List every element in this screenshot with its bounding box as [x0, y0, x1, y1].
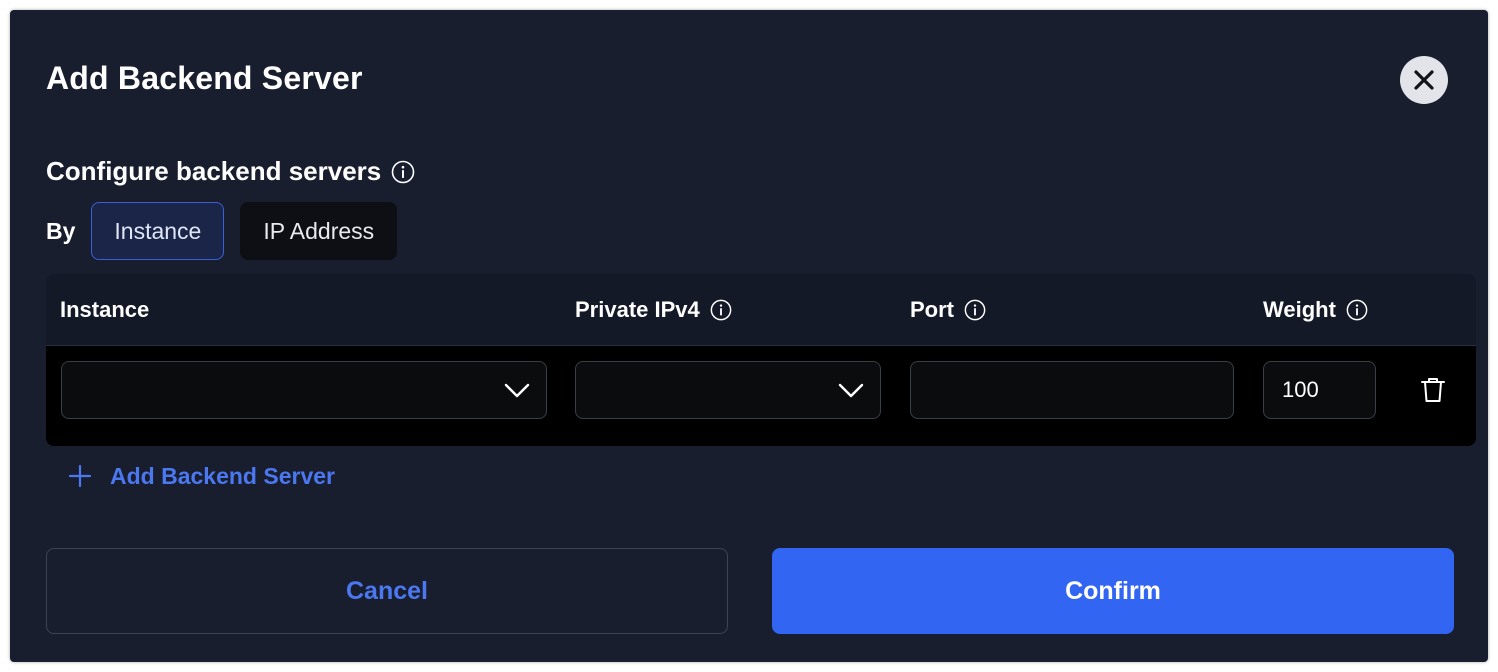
table-row: 100: [46, 346, 1476, 446]
by-label: By: [46, 217, 76, 244]
info-icon[interactable]: [391, 160, 415, 184]
mode-option-ip-address[interactable]: IP Address: [240, 202, 398, 260]
confirm-button-label: Confirm: [1065, 576, 1161, 605]
info-icon[interactable]: [1346, 299, 1368, 321]
dialog-title: Add Backend Server: [46, 60, 363, 96]
trash-icon: [1421, 378, 1445, 402]
mode-option-instance[interactable]: Instance: [91, 202, 225, 260]
column-header-label: Instance: [60, 297, 150, 322]
chevron-down-icon: [504, 383, 530, 398]
weight-input[interactable]: 100: [1263, 361, 1376, 419]
column-header-weight: Weight: [1263, 274, 1368, 346]
column-header-instance: Instance: [60, 274, 149, 346]
close-button[interactable]: [1400, 56, 1448, 104]
instance-select[interactable]: [61, 361, 547, 419]
port-input[interactable]: [910, 361, 1234, 419]
column-header-label: Private IPv4: [575, 297, 700, 322]
private-ipv4-select[interactable]: [575, 361, 881, 419]
add-backend-server-link[interactable]: Add Backend Server: [68, 460, 335, 492]
chevron-down-icon: [838, 383, 864, 398]
confirm-button[interactable]: Confirm: [772, 548, 1454, 634]
info-icon[interactable]: [964, 299, 986, 321]
cancel-button-label: Cancel: [346, 576, 428, 605]
mode-option-label: IP Address: [263, 217, 375, 244]
section-title-text: Configure backend servers: [46, 156, 382, 186]
cancel-button[interactable]: Cancel: [46, 548, 728, 634]
column-header-private-ipv4: Private IPv4: [575, 274, 732, 346]
delete-row-button[interactable]: [1420, 376, 1446, 409]
mode-option-label: Instance: [114, 217, 202, 244]
info-icon[interactable]: [710, 299, 732, 321]
add-backend-server-label: Add Backend Server: [110, 462, 335, 489]
table-header: Instance Private IPv4 Port Weight: [46, 274, 1476, 346]
column-header-label: Port: [910, 297, 954, 322]
section-title: Configure backend servers: [46, 156, 415, 187]
column-header-port: Port: [910, 274, 986, 346]
close-icon: [1414, 70, 1434, 90]
backend-server-table: Instance Private IPv4 Port Weight 100: [46, 274, 1476, 446]
weight-input-value: 100: [1282, 377, 1319, 402]
mode-selector: By Instance IP Address: [46, 202, 413, 260]
plus-icon: [68, 464, 92, 488]
column-header-label: Weight: [1263, 297, 1336, 322]
add-backend-server-dialog: Add Backend Server Configure backend ser…: [10, 10, 1488, 662]
